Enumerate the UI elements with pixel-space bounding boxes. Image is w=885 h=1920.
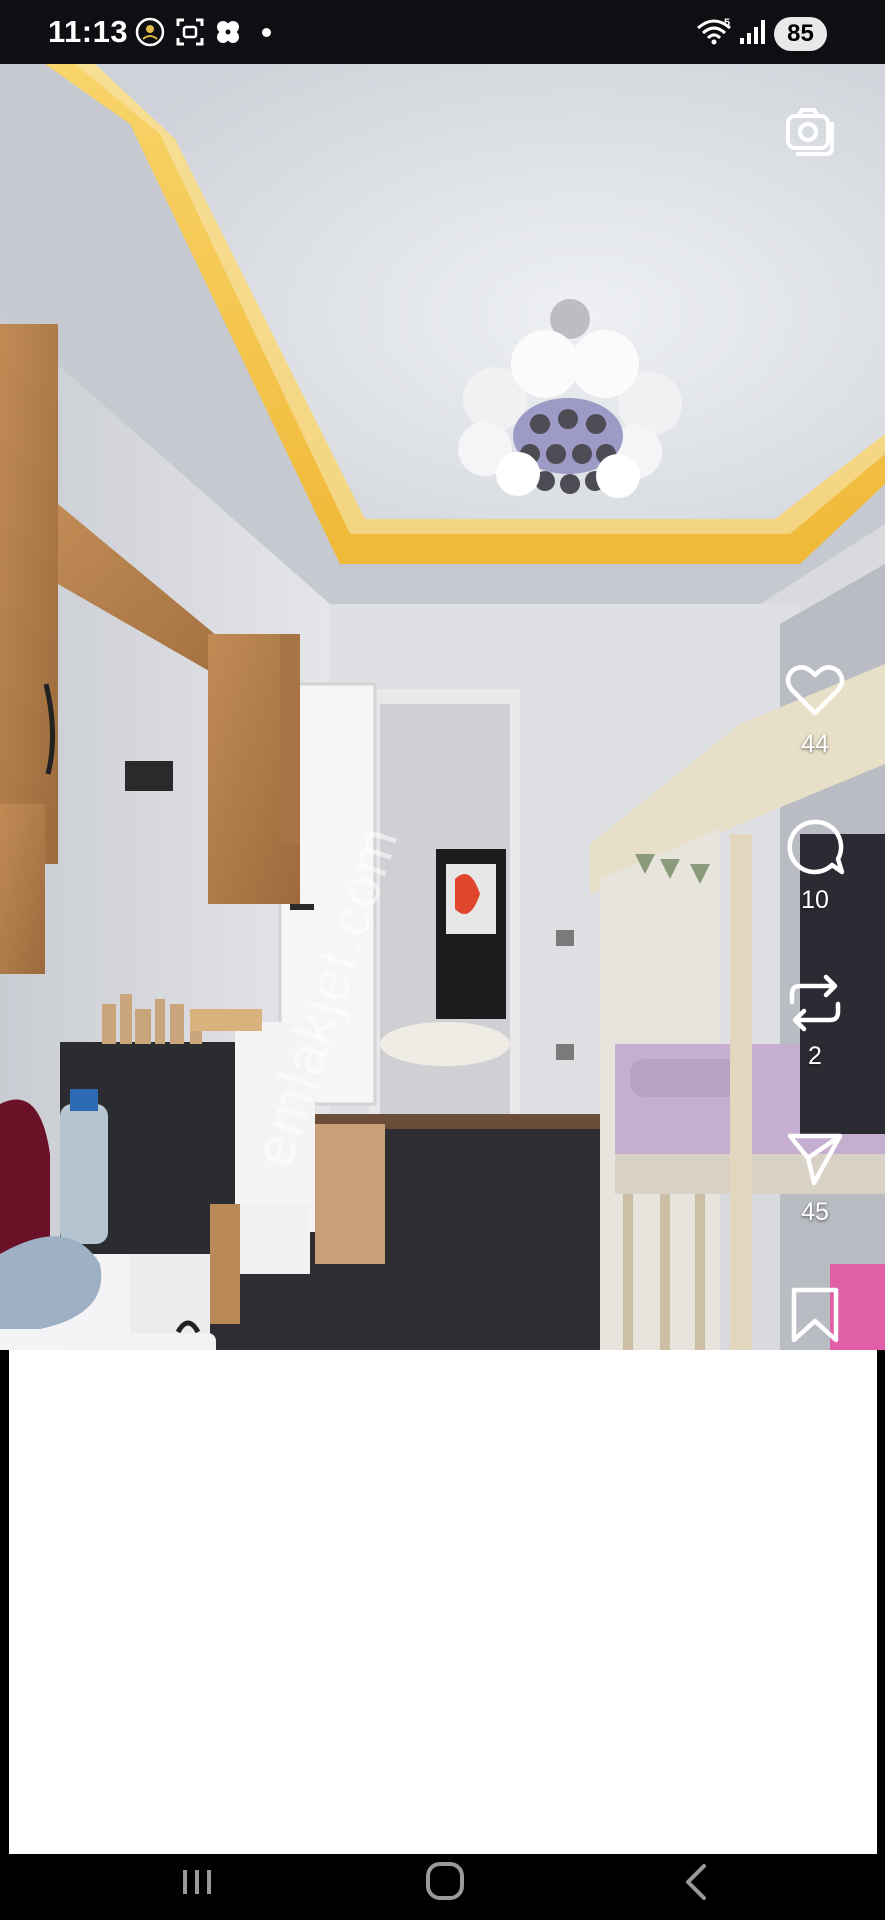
like-count: 44: [801, 730, 829, 758]
wifi-icon: 5: [697, 17, 731, 45]
signal-icon: [740, 20, 765, 44]
like-button[interactable]: 44: [780, 660, 850, 759]
screen: 11:13 5 85 emlakjet.com 44 10 2 45: [0, 0, 885, 1920]
heart-icon: [785, 665, 845, 716]
screenshot-icon: [176, 18, 204, 46]
share-button[interactable]: 45: [780, 1128, 850, 1227]
back-icon[interactable]: [650, 1854, 740, 1920]
repost-count: 2: [808, 1042, 822, 1070]
repost-icon: [789, 974, 841, 1032]
notification-dot: [262, 28, 271, 37]
recents-icon[interactable]: [155, 1854, 245, 1920]
notification-app-icon: [135, 17, 165, 47]
battery-icon: 85: [774, 17, 827, 51]
home-icon[interactable]: [400, 1854, 490, 1920]
send-icon: [787, 1133, 843, 1186]
comment-count: 10: [801, 886, 829, 914]
status-time: 11:13: [48, 14, 129, 49]
bookmark-icon: [791, 1287, 839, 1343]
wifi-band-label: 5: [724, 17, 730, 29]
room-photo: [0, 64, 885, 1350]
clover-icon: [217, 21, 239, 43]
post-photo[interactable]: emlakjet.com: [0, 64, 885, 1350]
status-bar: 11:13 5 85: [0, 0, 885, 64]
save-button[interactable]: [780, 1284, 850, 1346]
repost-button[interactable]: 2: [780, 972, 850, 1071]
comments-panel: [9, 1350, 877, 1854]
comment-icon: [787, 819, 845, 875]
comment-button[interactable]: 10: [780, 816, 850, 915]
share-count: 45: [801, 1198, 829, 1226]
camera-icon[interactable]: [782, 102, 838, 158]
